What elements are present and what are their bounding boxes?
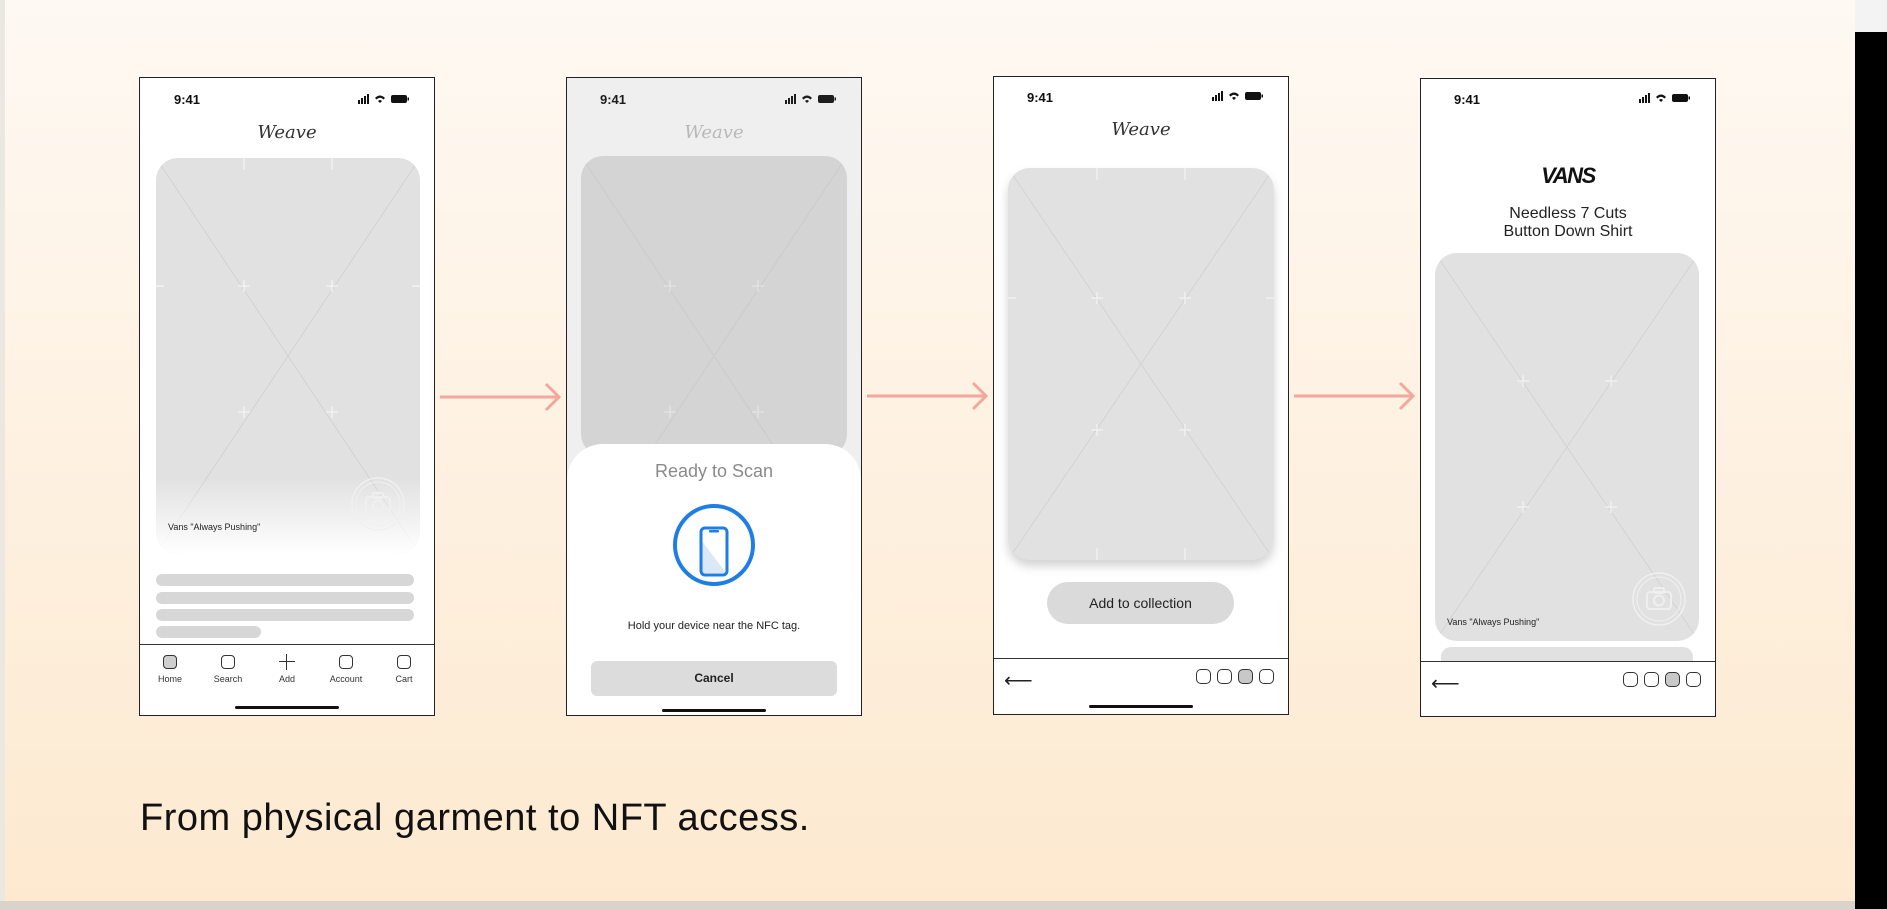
- home-icon: [163, 655, 177, 669]
- phone-scan-screen: 9:41 Weave Ready to Scan Hold your devic…: [566, 77, 862, 716]
- slide-caption: From physical garment to NFT access.: [140, 797, 810, 839]
- nft-image-placeholder[interactable]: Vans "Always Pushing": [1435, 253, 1699, 641]
- phone-scan-icon: [673, 504, 755, 586]
- product-title: Needless 7 Cuts Button Down Shirt: [1421, 205, 1715, 241]
- status-time: 9:41: [1027, 90, 1054, 105]
- step-dot: [1196, 669, 1211, 684]
- status-icons: [1212, 91, 1263, 101]
- text-skeleton-line: [156, 626, 261, 638]
- nft-card[interactable]: [1008, 168, 1274, 560]
- bottom-nav: ⟵: [1421, 661, 1715, 716]
- brand-logo: Weave: [257, 122, 317, 143]
- nfc-instruction: Hold your device near the NFC tag.: [627, 620, 801, 632]
- step-dot: [1623, 672, 1638, 687]
- home-indicator: [662, 709, 766, 712]
- card-caption: Vans "Always Pushing": [1447, 617, 1540, 627]
- tab-label: Cart: [395, 674, 413, 684]
- step-dot: [1644, 672, 1659, 687]
- phone-add-screen: 9:41 Weave Add to collection ⟵: [993, 76, 1289, 715]
- add-to-collection-button[interactable]: Add to collection: [1047, 582, 1234, 624]
- right-edge-bar: [1855, 32, 1887, 909]
- card-caption: Vans "Always Pushing": [168, 522, 261, 532]
- step-dot-active: [1665, 672, 1680, 687]
- tab-home[interactable]: Home: [140, 655, 200, 684]
- step-dot: [1686, 672, 1701, 687]
- home-indicator: [1089, 705, 1193, 708]
- tab-account[interactable]: Account: [316, 655, 376, 684]
- bottom-nav: ⟵: [994, 658, 1288, 714]
- nfc-scan-sheet: Ready to Scan Hold your device near the …: [567, 444, 861, 715]
- product-title-line: Button Down Shirt: [1503, 223, 1633, 240]
- text-skeleton-line: [156, 592, 414, 604]
- plus-icon: [278, 653, 296, 671]
- status-icons: [1639, 93, 1690, 103]
- vans-logo: VANS: [1541, 163, 1596, 188]
- status-icons: [358, 94, 409, 104]
- phone-home-screen: 9:41 Weave Vans "Always Pushing" Home Se…: [139, 77, 435, 716]
- left-edge: [0, 0, 5, 909]
- cart-icon: [397, 655, 411, 669]
- tab-label: Account: [329, 674, 363, 684]
- search-icon: [221, 655, 235, 669]
- text-skeleton-line: [156, 609, 414, 621]
- text-skeleton-line: [156, 574, 414, 586]
- bottom-edge: [0, 901, 1855, 909]
- tab-label: Home: [157, 674, 182, 684]
- step-indicator: [1190, 669, 1274, 687]
- back-arrow-icon[interactable]: ⟵: [1431, 674, 1460, 694]
- brand-logo: Weave: [1111, 119, 1171, 140]
- status-time: 9:41: [1454, 92, 1481, 107]
- tab-bar: Home Search Add Account Cart: [140, 644, 434, 715]
- account-icon: [339, 655, 353, 669]
- step-dot: [1217, 669, 1232, 684]
- flow-arrow-icon: [440, 382, 562, 412]
- placeholder-graphic: [1008, 168, 1274, 560]
- status-time: 9:41: [174, 92, 201, 107]
- step-indicator: [1617, 672, 1701, 690]
- camera-icon[interactable]: [350, 476, 406, 532]
- tab-label: Search: [213, 674, 243, 684]
- product-title-line: Needless 7 Cuts: [1509, 205, 1627, 222]
- step-dot: [1259, 669, 1274, 684]
- nft-image-placeholder[interactable]: Vans "Always Pushing": [156, 158, 420, 554]
- tab-cart[interactable]: Cart: [374, 655, 434, 684]
- back-arrow-icon[interactable]: ⟵: [1004, 671, 1033, 691]
- step-dot-active: [1238, 669, 1253, 684]
- flow-arrow-icon: [1294, 381, 1416, 411]
- camera-icon[interactable]: [1631, 571, 1687, 627]
- tab-search[interactable]: Search: [198, 655, 258, 684]
- cancel-button[interactable]: Cancel: [591, 661, 837, 696]
- flow-arrow-icon: [867, 381, 989, 411]
- tab-add[interactable]: Add: [257, 653, 317, 684]
- home-indicator: [235, 706, 339, 709]
- sheet-title: Ready to Scan: [654, 461, 774, 481]
- tab-label: Add: [278, 674, 295, 684]
- phone-product-screen: 9:41 VANS Needless 7 Cuts Button Down Sh…: [1420, 78, 1716, 717]
